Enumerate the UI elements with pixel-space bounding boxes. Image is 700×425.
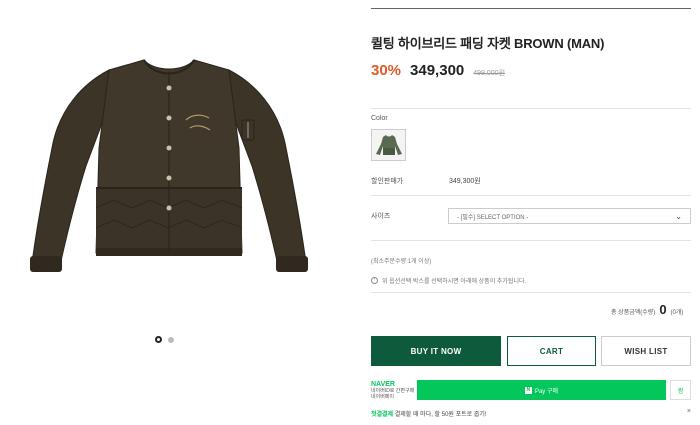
divider (371, 292, 691, 293)
price-row: 30% 349,300 499,000원 (371, 62, 505, 79)
sale-price-value: 349,300원 (449, 178, 481, 185)
chevron-down-icon: ⌄ (675, 211, 682, 221)
naver-wish-button[interactable]: 찜 (670, 380, 691, 400)
total-count: (0개) (670, 310, 684, 316)
info-icon: ! (371, 277, 378, 284)
naver-pay-brand: NAVER 네이버ID로 간편구매 네이버페이 (371, 378, 417, 402)
naver-n-icon: N (524, 386, 532, 394)
product-info-panel: 퀼팅 하이브리드 패딩 자켓 BROWN (MAN) 30% 349,300 4… (371, 0, 691, 425)
option-hint-text: 위 옵션선택 박스를 선택하시면 아래에 상품이 추가됩니다. (382, 279, 527, 285)
size-select[interactable]: - [필수] SELECT OPTION - ⌄ (448, 208, 691, 224)
buy-now-button[interactable]: BUY IT NOW (371, 336, 501, 366)
event-prefix: 첫결결제 (371, 412, 394, 418)
divider (371, 195, 691, 196)
discount-rate: 30% (371, 62, 402, 79)
color-swatch-brown[interactable] (371, 129, 406, 161)
size-select-value: - [필수] SELECT OPTION - (457, 214, 529, 221)
total-label: 총 상품금액(수량) (611, 310, 656, 316)
slider-dot-1[interactable] (155, 336, 162, 343)
naver-logo: NAVER (371, 380, 395, 388)
naver-pay-bar: NAVER 네이버ID로 간편구매 네이버페이 N Pay 구매 찜 (371, 378, 691, 402)
image-slider-dots (155, 336, 174, 343)
sale-price-label: 할인판매가 (371, 178, 404, 185)
total-value: 0 (659, 302, 667, 317)
divider (371, 108, 691, 109)
naver-pay-label: Pay 구매 (534, 388, 559, 395)
min-order-note: (최소주문수량 1개 이상) (371, 259, 432, 265)
close-icon[interactable]: × (687, 408, 691, 415)
naver-pay-event: 첫결결제 결제할 때 마다, 할 50원 포트로 줍기! (371, 409, 487, 418)
total-price-row: 총 상품금액(수량) 0 (0개) (611, 302, 683, 317)
option-hint: ! 위 옵션선택 박스를 선택하시면 아래에 상품이 추가됩니다. (371, 276, 526, 285)
product-image-gallery (0, 0, 350, 360)
wish-list-button[interactable]: WISH LIST (601, 336, 691, 366)
divider (371, 240, 691, 241)
naver-sub-2: 네이버페이 (371, 393, 395, 400)
cart-button[interactable]: CART (507, 336, 596, 366)
event-text: 결제할 때 마다, 할 50원 포트로 줍기! (394, 412, 487, 418)
color-label: Color (371, 115, 388, 122)
sale-price: 349,300 (410, 62, 465, 79)
slider-dot-2[interactable] (168, 336, 174, 343)
product-title: 퀼팅 하이브리드 패딩 자켓 BROWN (MAN) (371, 36, 605, 51)
top-divider (371, 8, 691, 9)
naver-pay-button[interactable]: N Pay 구매 (417, 380, 666, 400)
original-price: 499,000원 (473, 70, 506, 77)
size-label: 사이즈 (371, 213, 391, 220)
jacket-photo-icon[interactable] (14, 48, 324, 278)
jacket-swatch-icon (375, 135, 402, 155)
